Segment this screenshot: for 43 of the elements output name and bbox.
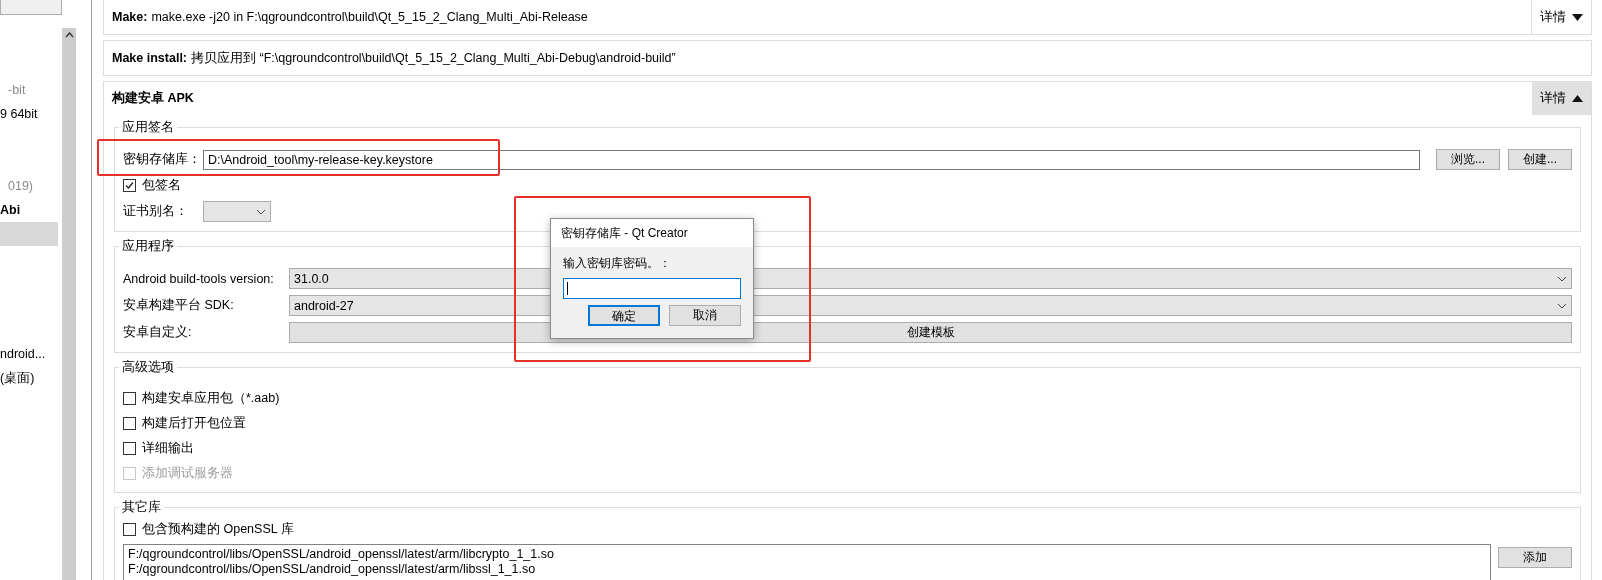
sidebar-item[interactable]: -bit [0, 78, 62, 102]
checkbox-label: 添加调试服务器 [142, 465, 233, 482]
cancel-button[interactable]: 取消 [669, 305, 741, 326]
browse-button[interactable]: 浏览... [1435, 149, 1500, 170]
checkbox-label: 构建后打开包位置 [142, 415, 246, 432]
scrollbar[interactable] [62, 28, 76, 580]
library-path[interactable]: F:/qgroundcontrol/libs/OpenSSL/android_openssl/latest/arm/libssl_1_1.so [128, 562, 1486, 577]
checkbox-label: 包含预构建的 OpenSSL 库 [142, 521, 294, 538]
section-title: 构建安卓 APK [111, 89, 195, 107]
sidebar-item[interactable]: ndroid... [0, 342, 62, 366]
build-step-text: Make: make.exe -j20 in F:\qgroundcontrol\build\Qt_5_15_2_Clang_Multi_Abi-Release [111, 9, 589, 26]
sidebar-item[interactable]: Abi [0, 198, 62, 222]
dialog-title: 密钥存储库 - Qt Creator [551, 219, 753, 247]
password-field[interactable] [563, 278, 741, 299]
checkbox-label: 构建安卓应用包（*.aab) [142, 390, 280, 407]
library-path[interactable]: F:/qgroundcontrol/libs/OpenSSL/android_openssl/latest/arm/libcrypto_1_1.so [128, 547, 1486, 562]
checkbox[interactable] [123, 392, 136, 405]
field-label: 安卓自定义: [123, 324, 193, 341]
checkbox-label: 详细输出 [142, 440, 194, 457]
checkbox[interactable] [123, 523, 136, 536]
add-button[interactable]: 添加 [1498, 547, 1572, 568]
field-label: Android build-tools version: [123, 271, 275, 286]
group-title: 应用程序 [121, 238, 175, 255]
field-label: 证书别名： [123, 203, 189, 220]
create-button[interactable]: 创建... [1508, 149, 1572, 170]
keystore-field[interactable]: D:\Android_tool\my-release-key.keystore [203, 149, 1420, 170]
field-label: 密钥存储库： [123, 151, 202, 168]
checkbox[interactable] [123, 179, 136, 192]
build-step-text: Make install: 拷贝应用到 “F:\qgroundcontrol\build\Qt_5_15_2_Clang_Multi_Abi-Debug\android-build” [111, 49, 677, 67]
checkbox[interactable] [123, 417, 136, 430]
group-title: 应用签名 [121, 119, 175, 136]
panel-edge [0, 0, 62, 15]
sidebar-item[interactable]: 019) [0, 174, 62, 198]
field-label: 安卓构建平台 SDK: [123, 297, 235, 314]
checkbox-label: 包签名 [142, 177, 181, 194]
checkbox[interactable] [123, 442, 136, 455]
details-button[interactable]: 详情 [1532, 82, 1591, 115]
group-title: 高级选项 [121, 359, 175, 376]
sidebar-item[interactable]: 9 64bit [0, 102, 62, 126]
group-title: 其它库 [121, 499, 162, 516]
ok-button[interactable]: 确定 [588, 305, 660, 326]
sidebar-item[interactable]: (桌面) [0, 366, 62, 390]
scroll-up-icon[interactable] [64, 32, 74, 38]
